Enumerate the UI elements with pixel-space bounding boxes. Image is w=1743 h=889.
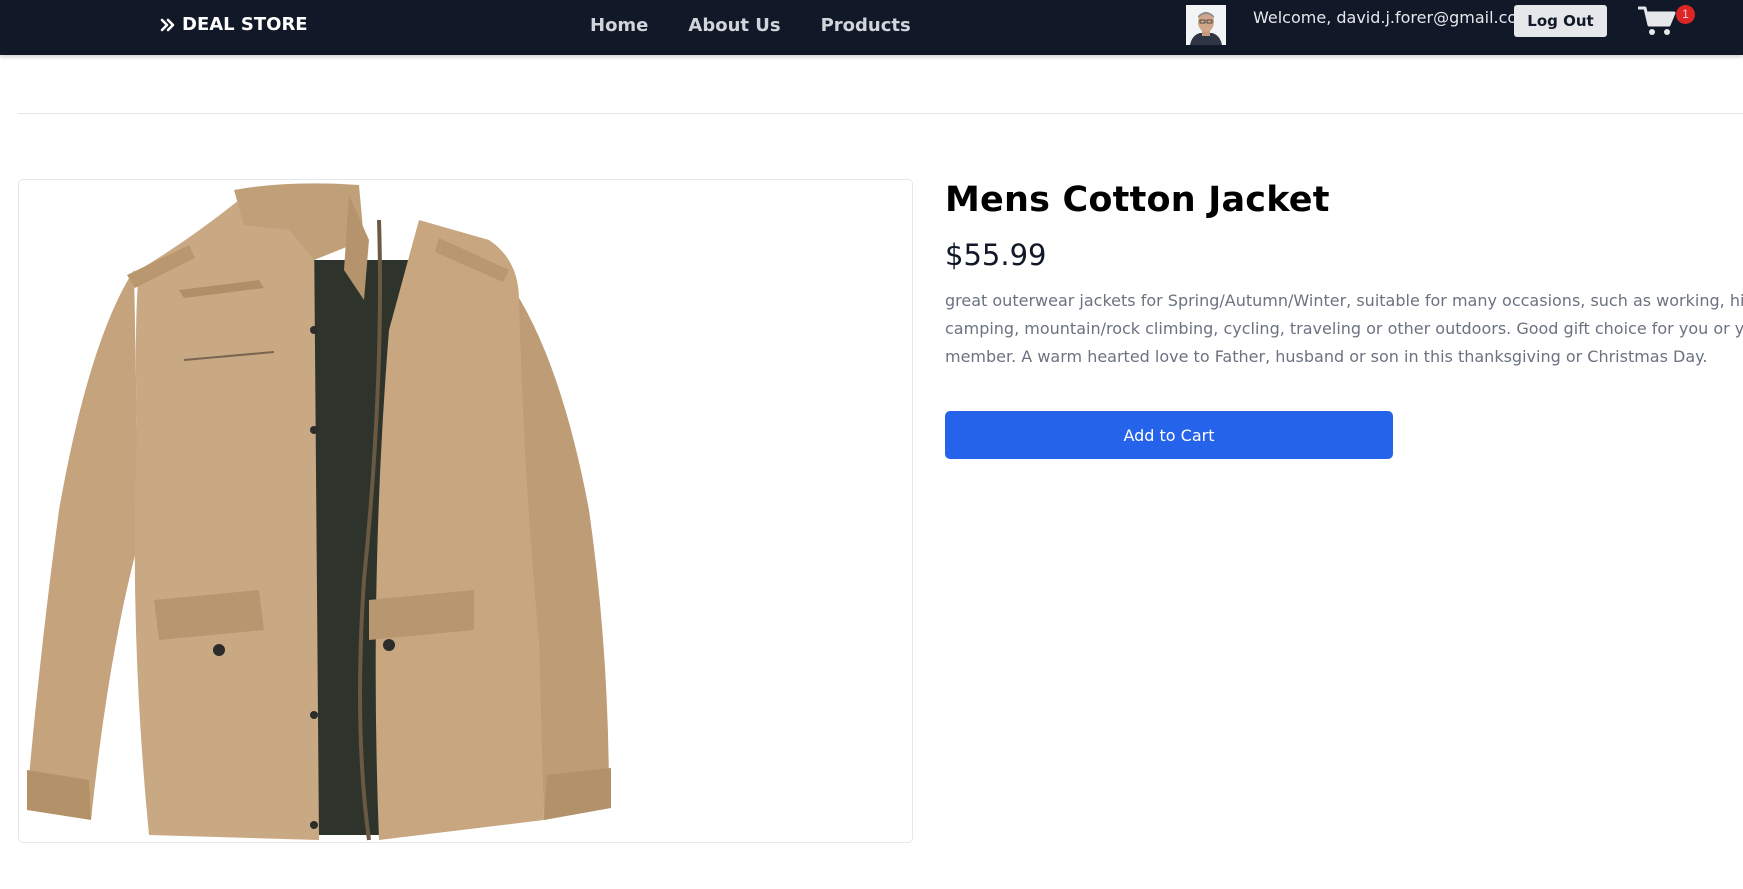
- description-line: member. A warm hearted love to Father, h…: [945, 347, 1708, 366]
- user-avatar[interactable]: [1186, 5, 1226, 45]
- main-nav: Home About Us Products: [590, 15, 911, 36]
- cart-count-badge: 1: [1676, 5, 1695, 24]
- double-chevron-right-icon: [160, 18, 175, 31]
- brand-logo-link[interactable]: DEAL STORE: [160, 14, 308, 35]
- product-title: Mens Cotton Jacket: [945, 180, 1330, 220]
- section-divider: [18, 113, 1743, 114]
- shopping-cart-icon: [1637, 6, 1676, 35]
- cart-button[interactable]: [1637, 5, 1678, 37]
- top-navbar: DEAL STORE Home About Us Products Welcom…: [0, 0, 1743, 55]
- product-description: great outerwear jackets for Spring/Autum…: [945, 287, 1743, 373]
- welcome-message: Welcome, david.j.forer@gmail.com: [1253, 8, 1533, 27]
- product-price: $55.99: [945, 238, 1047, 272]
- add-to-cart-button[interactable]: Add to Cart: [945, 411, 1393, 459]
- nav-link-about-us[interactable]: About Us: [688, 15, 780, 36]
- description-line: camping, mountain/rock climbing, cycling…: [945, 319, 1743, 338]
- jacket-image: [27, 183, 611, 841]
- description-line: great outerwear jackets for Spring/Autum…: [945, 291, 1743, 310]
- nav-link-home[interactable]: Home: [590, 15, 648, 36]
- brand-name: DEAL STORE: [182, 14, 308, 35]
- user-photo-icon: [1186, 5, 1226, 45]
- nav-link-products[interactable]: Products: [821, 15, 911, 36]
- product-image-card: [18, 179, 913, 843]
- logout-button[interactable]: Log Out: [1514, 5, 1607, 37]
